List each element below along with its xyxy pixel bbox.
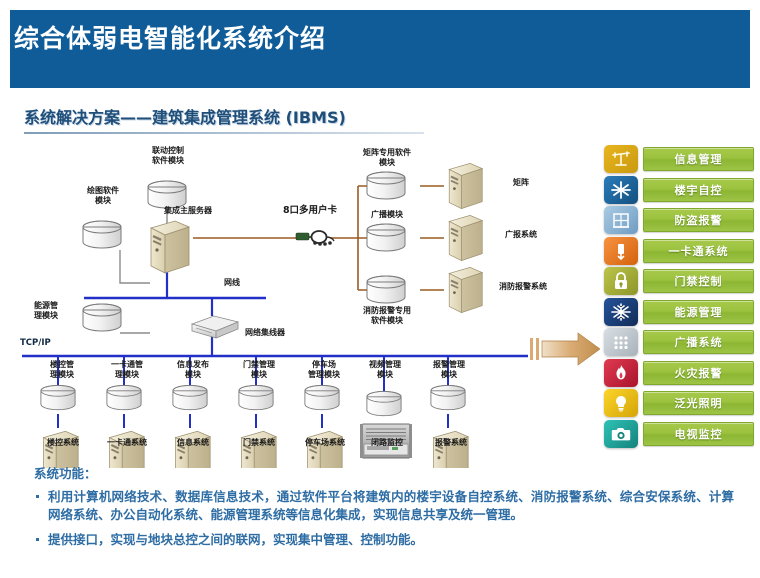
- rail-item-one-card-system[interactable]: 一卡通系统: [604, 236, 754, 267]
- lightbulb-icon: [604, 389, 638, 418]
- module-cylinder-video: [366, 390, 402, 417]
- rail-button[interactable]: 火灾报警: [643, 360, 754, 385]
- snow-energy-icon: [604, 297, 638, 326]
- rail-button[interactable]: 电视监控: [643, 421, 754, 446]
- speaker-grid-icon: [604, 328, 638, 357]
- module-cylinder-info: [172, 384, 208, 411]
- label-broadcast-module: 广播模块: [371, 210, 403, 219]
- module-cylinder-card: [106, 384, 142, 411]
- rail-item-access-control[interactable]: 门禁控制: [604, 266, 754, 297]
- module-cylinder-access: [238, 384, 274, 411]
- snowflake-icon: [604, 175, 638, 204]
- rail-label: 广播系统: [674, 336, 723, 350]
- module-cylinder-bms: [40, 384, 76, 411]
- label-network-hub: 网络集线器: [245, 328, 285, 337]
- rail-button[interactable]: 泛光照明: [643, 391, 754, 416]
- label-bus-module-3: 门禁管理 模块: [243, 360, 275, 379]
- module-cylinder-alarm: [430, 384, 466, 411]
- slide: 综合体弱电智能化系统介绍 系统解决方案——建筑集成管理系统 (IBMS) 联动控…: [0, 0, 760, 578]
- rail-label: 泛光照明: [674, 397, 723, 411]
- label-bus-system-0: 楼控系统: [47, 438, 79, 447]
- label-drawing-module: 绘图软件 模块: [87, 186, 119, 205]
- label-matrix-system: 矩阵: [513, 178, 529, 187]
- camera-icon: [604, 419, 638, 448]
- ibms-architecture-diagram: 联动控制 软件模块 绘图软件 模块 能源管 理模块 集成主服务器 8口多用户卡 …: [0, 138, 600, 468]
- label-matrix-module: 矩阵专用软件 模块: [363, 148, 411, 167]
- label-bus-module-1: 一卡通管 理模块: [111, 360, 143, 379]
- rail-button[interactable]: 防盗报警: [643, 208, 754, 233]
- system-function-bullet: 提供接口，实现与地块总控之间的联网，实现集中管理、控制功能。: [34, 531, 734, 549]
- module-cylinder-fire: [366, 275, 406, 304]
- section-underline: [24, 132, 424, 134]
- system-functions-block: 系统功能： 利用计算机网络技术、数据库信息技术，通过软件平台将建筑内的楼宇设备自…: [34, 466, 734, 556]
- branch-server-broadcast: [448, 214, 483, 262]
- main-server-tower: [150, 220, 190, 274]
- rail-label: 能源管理: [674, 305, 723, 319]
- section-subtitle: 系统解决方案——建筑集成管理系统 (IBMS): [24, 108, 346, 127]
- system-function-bullet: 利用计算机网络技术、数据库信息技术，通过软件平台将建筑内的楼宇设备自控系统、消防…: [34, 488, 734, 524]
- page-title: 综合体弱电智能化系统介绍: [14, 24, 327, 53]
- rail-button[interactable]: 广播系统: [643, 330, 754, 355]
- branch-server-matrix: [448, 162, 483, 210]
- label-bus-module-0: 楼控管 理模块: [50, 360, 74, 379]
- subsystem-rail: 信息管理 楼宇自控 防盗报警 一卡通系统 门禁控制 能源管理 广播系统 火灾报警…: [604, 144, 754, 449]
- module-cylinder-linkage: [147, 180, 187, 209]
- rail-button[interactable]: 门禁控制: [643, 269, 754, 294]
- label-multiport-card: 8口多用户卡: [282, 205, 338, 216]
- rail-item-information-management[interactable]: 信息管理: [604, 144, 754, 175]
- rail-item-energy-management[interactable]: 能源管理: [604, 297, 754, 328]
- rail-item-broadcast-system[interactable]: 广播系统: [604, 327, 754, 358]
- rail-item-fire-alarm[interactable]: 火灾报警: [604, 358, 754, 389]
- rail-label: 一卡通系统: [668, 244, 729, 258]
- module-cylinder-matrix: [366, 171, 406, 200]
- label-fire-module: 消防报警专用 软件模块: [363, 306, 411, 325]
- label-network-cable: 网线: [224, 278, 240, 287]
- padlock-icon: [604, 267, 638, 296]
- label-bus-system-5: 闭路监控: [371, 438, 403, 447]
- rail-label: 电视监控: [674, 427, 723, 441]
- rail-label: 火灾报警: [674, 366, 723, 380]
- label-tcpip: TCP/IP: [20, 338, 51, 348]
- rail-label: 防盗报警: [674, 214, 723, 228]
- label-bus-module-5: 视频管理 模块: [369, 360, 401, 379]
- antenna-icon: [604, 145, 638, 174]
- module-cylinder-broadcast: [366, 223, 406, 252]
- module-cylinder-parking: [304, 384, 340, 411]
- multiport-card-graphic: [295, 230, 335, 246]
- label-bus-module-2: 信息发布 模块: [177, 360, 209, 379]
- label-main-server: 集成主服务器: [164, 206, 212, 215]
- rail-label: 信息管理: [674, 153, 723, 167]
- label-bus-system-4: 停车场系统: [305, 438, 345, 447]
- window-icon: [604, 206, 638, 235]
- rail-label: 门禁控制: [674, 275, 723, 289]
- label-energy-module: 能源管 理模块: [34, 301, 58, 320]
- label-broadcast-system: 广报系统: [505, 230, 537, 239]
- rail-button[interactable]: 信息管理: [643, 147, 754, 172]
- label-bus-module-4: 停车场 管理模块: [308, 360, 340, 379]
- section-subtitle-wrap: 系统解决方案——建筑集成管理系统 (IBMS): [24, 108, 346, 132]
- label-bus-system-6: 报警系统: [435, 438, 467, 447]
- label-bus-module-6: 报警管理 模块: [433, 360, 465, 379]
- rail-item-burglar-alarm[interactable]: 防盗报警: [604, 205, 754, 236]
- module-cylinder-energy: [82, 303, 122, 332]
- label-bus-system-1: 一卡通系统: [107, 438, 147, 447]
- fire-icon: [604, 358, 638, 387]
- rail-button[interactable]: 能源管理: [643, 299, 754, 324]
- rail-label: 楼宇自控: [674, 183, 723, 197]
- rail-item-cctv[interactable]: 电视监控: [604, 419, 754, 450]
- rail-button[interactable]: 楼宇自控: [643, 177, 754, 202]
- rail-item-floodlighting[interactable]: 泛光照明: [604, 388, 754, 419]
- label-bus-system-3: 门禁系统: [243, 438, 275, 447]
- card-key-icon: [604, 236, 638, 265]
- rail-button[interactable]: 一卡通系统: [643, 238, 754, 263]
- label-fire-system: 消防报警系统: [499, 282, 547, 291]
- label-linkage-module: 联动控制 软件模块: [152, 146, 184, 165]
- module-cylinder-drawing: [82, 220, 122, 249]
- system-functions-title: 系统功能：: [34, 466, 97, 481]
- rail-item-building-automation[interactable]: 楼宇自控: [604, 175, 754, 206]
- label-bus-system-2: 信息系统: [177, 438, 209, 447]
